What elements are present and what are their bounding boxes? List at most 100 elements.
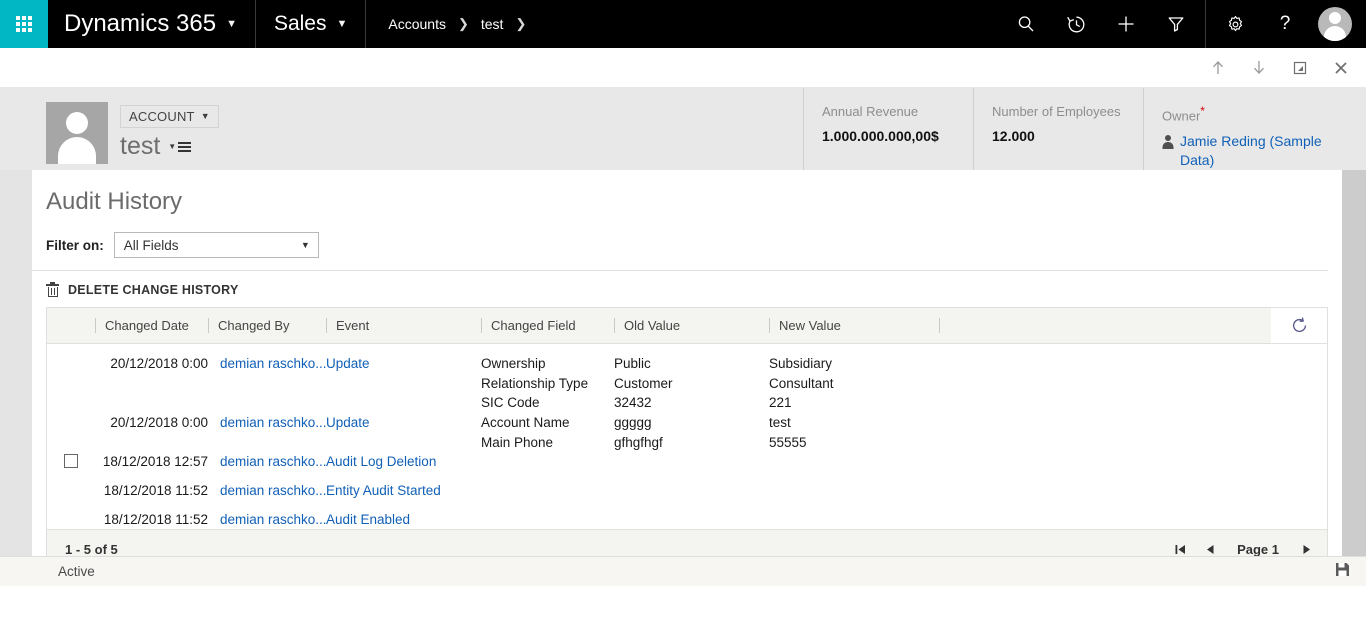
chevron-down-icon: ▼ — [200, 111, 210, 121]
search-button[interactable] — [1001, 0, 1051, 48]
table-row[interactable]: 18/12/2018 11:52 demian raschko... Entit… — [47, 481, 1327, 501]
record-header: ACCOUNT ▼ test ▼ Annual Revenue 1.000.00… — [0, 88, 1366, 170]
previous-page-icon — [1206, 545, 1214, 554]
filter-on-select[interactable]: All Fields ▼ — [113, 232, 319, 258]
close-icon — [1335, 61, 1347, 74]
record-menu-button[interactable]: ▼ — [168, 141, 192, 152]
field-line: Account Name — [481, 415, 570, 430]
arrow-up-icon — [1213, 61, 1223, 74]
record-avatar — [46, 102, 108, 164]
content-stage: Audit History Filter on: All Fields ▼ DE… — [0, 170, 1366, 586]
new-line: 55555 — [769, 434, 807, 450]
cell-changed-by[interactable]: demian raschko... — [208, 481, 327, 501]
settings-button[interactable] — [1210, 0, 1260, 48]
user-avatar[interactable] — [1318, 7, 1352, 41]
chevron-down-icon: ▼ — [300, 240, 310, 250]
entity-type-selector[interactable]: ACCOUNT ▼ — [120, 105, 219, 128]
cell-changed-by[interactable]: demian raschko... — [208, 354, 327, 374]
grid-header-changed-field[interactable]: Changed Field — [481, 318, 614, 333]
save-button[interactable] — [1335, 562, 1350, 582]
grid-header-select — [47, 318, 95, 333]
app-launcher-button[interactable] — [0, 0, 48, 48]
popout-icon — [1293, 61, 1307, 74]
field-line: SIC Code — [481, 395, 540, 410]
recent-records-button[interactable] — [1051, 0, 1101, 48]
app-label: Sales — [273, 12, 327, 35]
person-icon — [1162, 135, 1173, 148]
record-header-stats: Annual Revenue 1.000.000.000,00$ Number … — [803, 88, 1366, 170]
record-identity: ACCOUNT ▼ test ▼ — [46, 88, 219, 170]
old-line: 32432 — [614, 395, 652, 410]
table-row[interactable]: 20/12/2018 0:00 demian raschko... Update… — [47, 413, 1327, 452]
row-select-cell — [47, 413, 95, 415]
help-button[interactable]: ? — [1260, 0, 1310, 48]
close-button[interactable] — [1326, 53, 1356, 83]
app-launcher-icon — [16, 16, 32, 32]
grid-header-changed-date[interactable]: Changed Date — [95, 318, 208, 333]
table-row[interactable]: 18/12/2018 12:57 demian raschko... Audit… — [47, 452, 1327, 472]
cell-changed-field: Account Name Main Phone — [481, 413, 614, 452]
owner-lookup-link[interactable]: Jamie Reding (Sample Data) — [1180, 132, 1352, 170]
menu-icon — [178, 141, 192, 152]
nav-divider — [1205, 0, 1206, 48]
stat-value: 12.000 — [992, 128, 1035, 144]
chevron-down-icon: ▼ — [168, 141, 177, 151]
grid-header-extra — [939, 318, 1059, 333]
cell-changed-by[interactable]: demian raschko... — [208, 413, 327, 433]
brand-dynamics-365[interactable]: Dynamics 365 ▼ — [48, 0, 256, 48]
refresh-icon — [1292, 317, 1306, 333]
grid-header-old-value[interactable]: Old Value — [614, 318, 769, 333]
breadcrumb: Accounts ❯ test ❯ — [366, 0, 544, 48]
row-checkbox[interactable] — [64, 454, 78, 468]
cell-event[interactable]: Audit Enabled — [326, 510, 481, 530]
chevron-right-icon: ❯ — [457, 16, 469, 31]
quick-create-button[interactable] — [1101, 0, 1151, 48]
left-rail — [0, 170, 32, 586]
table-row[interactable]: 20/12/2018 0:00 demian raschko... Update… — [47, 354, 1327, 413]
next-record-button[interactable] — [1244, 53, 1274, 83]
field-line: Ownership — [481, 356, 546, 371]
filter-button[interactable] — [1151, 0, 1201, 48]
cell-changed-by[interactable]: demian raschko... — [208, 452, 327, 472]
cell-event[interactable]: Entity Audit Started — [326, 481, 481, 501]
new-line: Consultant — [769, 375, 834, 391]
first-page-icon — [1175, 545, 1185, 554]
stat-label: Number of Employees — [992, 104, 1121, 119]
grid-refresh-button[interactable] — [1271, 308, 1327, 343]
record-title-row: test ▼ — [120, 132, 219, 161]
page-indicator: Page 1 — [1237, 542, 1279, 557]
open-in-new-window-button[interactable] — [1285, 53, 1315, 83]
save-icon — [1336, 562, 1349, 576]
table-row[interactable]: 18/12/2018 11:52 demian raschko... Audit… — [47, 510, 1327, 530]
audit-history-panel: Audit History Filter on: All Fields ▼ DE… — [32, 170, 1342, 570]
field-line: Relationship Type — [481, 375, 589, 391]
cell-event[interactable]: Update — [326, 354, 481, 374]
page-title: test — [120, 132, 161, 160]
app-selector-sales[interactable]: Sales ▼ — [256, 0, 367, 48]
new-line: test — [769, 415, 791, 430]
grid-header-event[interactable]: Event — [326, 318, 481, 333]
grid-header-new-value[interactable]: New Value — [769, 318, 939, 333]
previous-record-button[interactable] — [1203, 53, 1233, 83]
field-line: Main Phone — [481, 434, 554, 450]
cell-changed-by[interactable]: demian raschko... — [208, 510, 327, 530]
cell-event[interactable]: Update — [326, 413, 481, 433]
new-line: 221 — [769, 395, 792, 410]
breadcrumb-item-test[interactable]: test — [473, 16, 512, 32]
recent-icon — [1066, 16, 1084, 32]
entity-type-label: ACCOUNT — [129, 109, 195, 124]
row-select-cell — [47, 510, 95, 512]
chevron-down-icon: ▼ — [336, 17, 348, 30]
delete-change-history-button[interactable]: DELETE CHANGE HISTORY — [32, 271, 1342, 307]
top-navigation-bar: Dynamics 365 ▼ Sales ▼ Accounts ❯ test ❯ — [0, 0, 1366, 48]
cell-old-value: ggggg gfhgfhgf — [614, 413, 769, 452]
owner-row: Jamie Reding (Sample Data) — [1162, 132, 1352, 170]
grid-header-changed-by[interactable]: Changed By — [208, 318, 326, 333]
breadcrumb-item-accounts[interactable]: Accounts — [380, 16, 454, 32]
old-line: Customer — [614, 375, 673, 391]
filter-icon — [1168, 17, 1184, 32]
filter-label: Filter on: — [46, 237, 104, 253]
cell-event[interactable]: Audit Log Deletion — [326, 452, 481, 472]
grid-body: 20/12/2018 0:00 demian raschko... Update… — [47, 344, 1327, 529]
